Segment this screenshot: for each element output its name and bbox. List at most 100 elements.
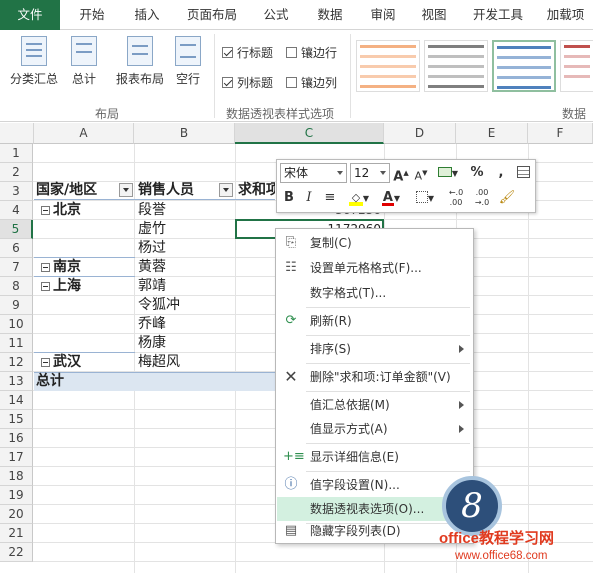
row-header[interactable]: 13 bbox=[0, 372, 33, 391]
column-header-d[interactable]: D bbox=[384, 123, 456, 144]
tab-addins[interactable]: 加载项 bbox=[538, 0, 593, 30]
collapse-icon[interactable] bbox=[41, 282, 50, 291]
row-header[interactable]: 19 bbox=[0, 486, 33, 505]
table-format-icon[interactable] bbox=[513, 163, 533, 183]
pivot-person-cell[interactable]: 段誉 bbox=[138, 201, 233, 220]
align-center-icon[interactable]: ≡ bbox=[321, 188, 339, 208]
pivot-region-cell[interactable]: 武汉 bbox=[53, 353, 133, 372]
row-header[interactable]: 10 bbox=[0, 315, 33, 334]
row-header[interactable]: 20 bbox=[0, 505, 33, 524]
row-header[interactable]: 17 bbox=[0, 448, 33, 467]
menu-item-delete-field[interactable]: ✕ 删除"求和项:订单金额"(V) bbox=[277, 365, 472, 389]
row-header[interactable]: 2 bbox=[0, 163, 33, 182]
pivot-total-label[interactable]: 总计 bbox=[36, 372, 116, 391]
pivot-region-cell[interactable]: 北京 bbox=[53, 201, 133, 220]
banded-rows-checkbox[interactable]: 镶边行 bbox=[286, 44, 337, 61]
salesperson-filter-dropdown-icon[interactable] bbox=[219, 183, 233, 197]
tab-developer[interactable]: 开发工具 bbox=[462, 0, 534, 30]
font-size-box[interactable]: 12 bbox=[350, 163, 390, 183]
row-header[interactable]: 6 bbox=[0, 239, 33, 258]
report-layout-button[interactable]: 报表布局 bbox=[112, 36, 168, 87]
menu-item-copy[interactable]: ⎘ 复制(C) bbox=[277, 231, 472, 255]
subtotals-button[interactable]: 分类汇总 bbox=[6, 36, 62, 87]
row-header[interactable]: 22 bbox=[0, 543, 33, 562]
pivot-style-thumb[interactable] bbox=[356, 40, 420, 92]
row-header[interactable]: 14 bbox=[0, 391, 33, 410]
pivot-person-cell[interactable]: 杨康 bbox=[138, 334, 233, 353]
pivot-header-region[interactable]: 国家/地区 bbox=[36, 181, 118, 200]
tab-page-layout[interactable]: 页面布局 bbox=[176, 0, 248, 30]
pivot-person-cell[interactable]: 黄蓉 bbox=[138, 258, 233, 277]
number-format-icon[interactable]: ▼ bbox=[435, 163, 461, 183]
fill-color-icon[interactable]: ◇ ▼ bbox=[345, 188, 373, 208]
row-header[interactable]: 15 bbox=[0, 410, 33, 429]
tab-review[interactable]: 审阅 bbox=[360, 0, 406, 30]
menu-item-show-details[interactable]: +≡ 显示详细信息(E) bbox=[277, 445, 472, 469]
column-header-f[interactable]: F bbox=[528, 123, 593, 144]
pivot-person-cell[interactable]: 虚竹 bbox=[138, 220, 233, 239]
decrease-decimal-icon[interactable]: .00 →.0 bbox=[471, 188, 493, 208]
pivot-header-sum[interactable]: 求和项 bbox=[238, 181, 275, 200]
menu-item-number-format[interactable]: 数字格式(T)... bbox=[277, 281, 472, 305]
select-all-corner[interactable] bbox=[0, 123, 34, 144]
increase-font-icon[interactable]: A▲ bbox=[393, 163, 409, 184]
pivot-style-thumb[interactable] bbox=[424, 40, 488, 92]
pivot-person-cell[interactable]: 乔峰 bbox=[138, 315, 233, 334]
collapse-icon[interactable] bbox=[41, 206, 50, 215]
menu-item-show-values-as[interactable]: 值显示方式(A) bbox=[277, 417, 472, 441]
pivot-person-cell[interactable]: 杨过 bbox=[138, 239, 233, 258]
menu-item-field-settings[interactable]: ⓘ 值字段设置(N)... bbox=[277, 473, 472, 497]
tab-insert[interactable]: 插入 bbox=[122, 0, 172, 30]
percent-style-button[interactable]: % bbox=[469, 163, 485, 183]
decrease-font-icon[interactable]: A▼ bbox=[413, 163, 429, 183]
row-header[interactable]: 4 bbox=[0, 201, 33, 220]
row-header[interactable]: 11 bbox=[0, 334, 33, 353]
column-header-c[interactable]: C bbox=[235, 123, 384, 144]
collapse-icon[interactable] bbox=[41, 358, 50, 367]
row-header[interactable]: 8 bbox=[0, 277, 33, 296]
grand-totals-button[interactable]: 总计 bbox=[64, 36, 104, 87]
row-header[interactable]: 21 bbox=[0, 524, 33, 543]
italic-icon[interactable]: I bbox=[301, 188, 317, 208]
menu-item-refresh[interactable]: ⟳ 刷新(R) bbox=[277, 309, 472, 333]
tab-home[interactable]: 开始 bbox=[66, 0, 118, 30]
pivot-person-cell[interactable]: 梅超风 bbox=[138, 353, 233, 372]
row-header[interactable]: 7 bbox=[0, 258, 33, 277]
column-header-b[interactable]: B bbox=[134, 123, 235, 144]
font-color-icon[interactable]: A▼ bbox=[377, 188, 405, 208]
pivot-region-cell[interactable]: 上海 bbox=[53, 277, 133, 296]
menu-item-sort[interactable]: 排序(S) bbox=[277, 337, 472, 361]
collapse-icon[interactable] bbox=[41, 263, 50, 272]
pivot-header-salesperson[interactable]: 销售人员 bbox=[138, 181, 218, 200]
pivot-person-cell[interactable]: 令狐冲 bbox=[138, 296, 233, 315]
font-name-box[interactable]: 宋体 bbox=[280, 163, 347, 183]
row-header[interactable]: 3 bbox=[0, 182, 33, 201]
menu-item-summarize-by[interactable]: 值汇总依据(M) bbox=[277, 393, 472, 417]
row-header[interactable]: 12 bbox=[0, 353, 33, 372]
banded-columns-checkbox[interactable]: 镶边列 bbox=[286, 74, 337, 91]
row-header[interactable]: 5 bbox=[0, 220, 33, 239]
column-header-a[interactable]: A bbox=[34, 123, 134, 144]
pivot-region-cell[interactable]: 南京 bbox=[53, 258, 133, 277]
comma-style-button[interactable]: , bbox=[493, 163, 509, 183]
tab-view[interactable]: 视图 bbox=[410, 0, 458, 30]
blank-rows-button[interactable]: 空行 bbox=[168, 36, 208, 87]
pivot-style-thumb[interactable] bbox=[560, 40, 593, 92]
borders-icon[interactable]: ▼ bbox=[411, 188, 439, 208]
tab-formulas[interactable]: 公式 bbox=[252, 0, 300, 30]
row-header[interactable]: 9 bbox=[0, 296, 33, 315]
row-header[interactable]: 18 bbox=[0, 467, 33, 486]
row-header[interactable]: 16 bbox=[0, 429, 33, 448]
bold-icon[interactable]: B bbox=[281, 188, 297, 208]
pivot-person-cell[interactable]: 郭靖 bbox=[138, 277, 233, 296]
column-headers-checkbox[interactable]: 列标题 bbox=[222, 74, 273, 91]
region-filter-dropdown-icon[interactable] bbox=[119, 183, 133, 197]
row-header[interactable]: 1 bbox=[0, 144, 33, 163]
format-painter-icon[interactable]: 🖌 bbox=[497, 188, 517, 208]
tab-data[interactable]: 数据 bbox=[304, 0, 356, 30]
tab-file[interactable]: 文件 bbox=[0, 0, 60, 30]
menu-item-format-cells[interactable]: ☷ 设置单元格格式(F)... bbox=[277, 256, 472, 280]
pivot-style-thumb-selected[interactable] bbox=[492, 40, 556, 92]
column-header-e[interactable]: E bbox=[456, 123, 528, 144]
row-headers-checkbox[interactable]: 行标题 bbox=[222, 44, 273, 61]
